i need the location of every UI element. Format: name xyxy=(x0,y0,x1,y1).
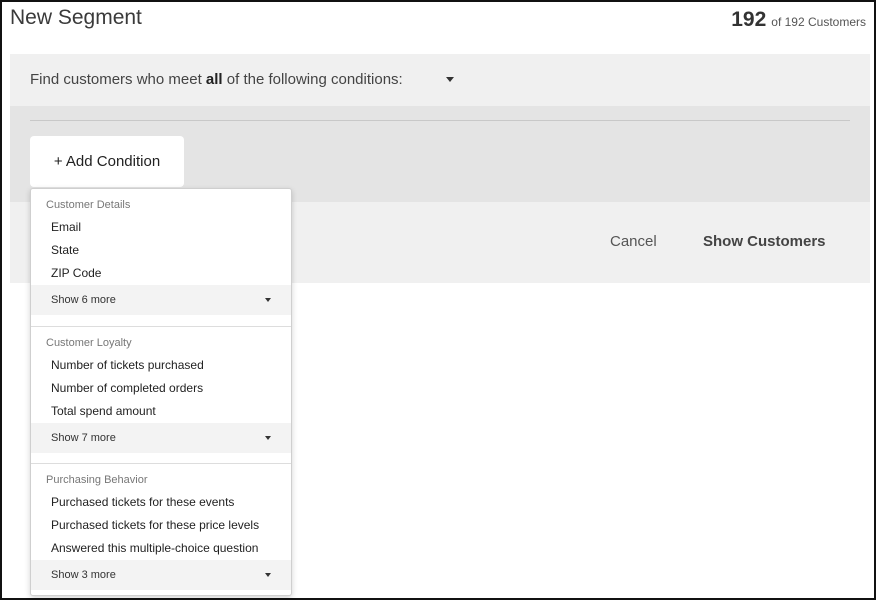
menu-group-header: Customer Loyalty xyxy=(46,337,132,349)
show-more-button[interactable]: Show 6 more xyxy=(31,285,291,315)
menu-group-header: Purchasing Behavior xyxy=(46,474,148,486)
menu-item-purchased-tickets-for-events[interactable]: Purchased tickets for these events xyxy=(51,495,234,509)
show-customers-button[interactable]: Show Customers xyxy=(703,233,826,250)
condition-dropdown-menu: Customer Details Email State ZIP Code Sh… xyxy=(30,188,292,596)
menu-item-purchased-tickets-for-price-levels[interactable]: Purchased tickets for these price levels xyxy=(51,518,259,532)
conditions-suffix: of the following conditions: xyxy=(226,71,403,88)
menu-group-header: Customer Details xyxy=(46,199,131,211)
cancel-button[interactable]: Cancel xyxy=(610,233,657,250)
add-condition-button[interactable]: + Add Condition xyxy=(30,136,184,187)
customer-count-suffix: of 192 Customers xyxy=(771,15,866,29)
chevron-down-icon xyxy=(265,436,271,440)
customer-count: 192 of 192 Customers xyxy=(731,8,866,32)
menu-item-number-of-completed-orders[interactable]: Number of completed orders xyxy=(51,381,203,395)
page-title: New Segment xyxy=(10,6,142,29)
conditions-prefix: Find customers who meet xyxy=(30,71,202,88)
show-more-label: Show 6 more xyxy=(51,294,116,306)
menu-item-zip-code[interactable]: ZIP Code xyxy=(51,266,101,280)
conditions-bar: Find customers who meet all of the follo… xyxy=(10,54,870,106)
app-frame: New Segment 192 of 192 Customers Find cu… xyxy=(0,0,876,600)
customer-count-number: 192 xyxy=(731,8,767,31)
show-more-button[interactable]: Show 3 more xyxy=(31,560,291,590)
menu-item-total-spend-amount[interactable]: Total spend amount xyxy=(51,404,156,418)
chevron-down-icon xyxy=(265,573,271,577)
menu-group-purchasing-behavior: Purchasing Behavior Purchased tickets fo… xyxy=(31,463,291,595)
menu-group-customer-details: Customer Details Email State ZIP Code Sh… xyxy=(31,189,291,326)
menu-item-state[interactable]: State xyxy=(51,243,79,257)
show-more-button[interactable]: Show 7 more xyxy=(31,423,291,453)
chevron-down-icon[interactable] xyxy=(446,77,454,82)
show-more-label: Show 7 more xyxy=(51,432,116,444)
conditions-mode-select[interactable]: all xyxy=(206,71,223,88)
menu-item-email[interactable]: Email xyxy=(51,220,81,234)
menu-group-customer-loyalty: Customer Loyalty Number of tickets purch… xyxy=(31,326,291,463)
show-more-label: Show 3 more xyxy=(51,569,116,581)
conditions-sentence: Find customers who meet all of the follo… xyxy=(30,71,403,88)
menu-item-answered-multiple-choice-question[interactable]: Answered this multiple-choice question xyxy=(51,541,258,555)
divider xyxy=(30,120,850,121)
chevron-down-icon xyxy=(265,298,271,302)
menu-item-number-of-tickets-purchased[interactable]: Number of tickets purchased xyxy=(51,358,204,372)
